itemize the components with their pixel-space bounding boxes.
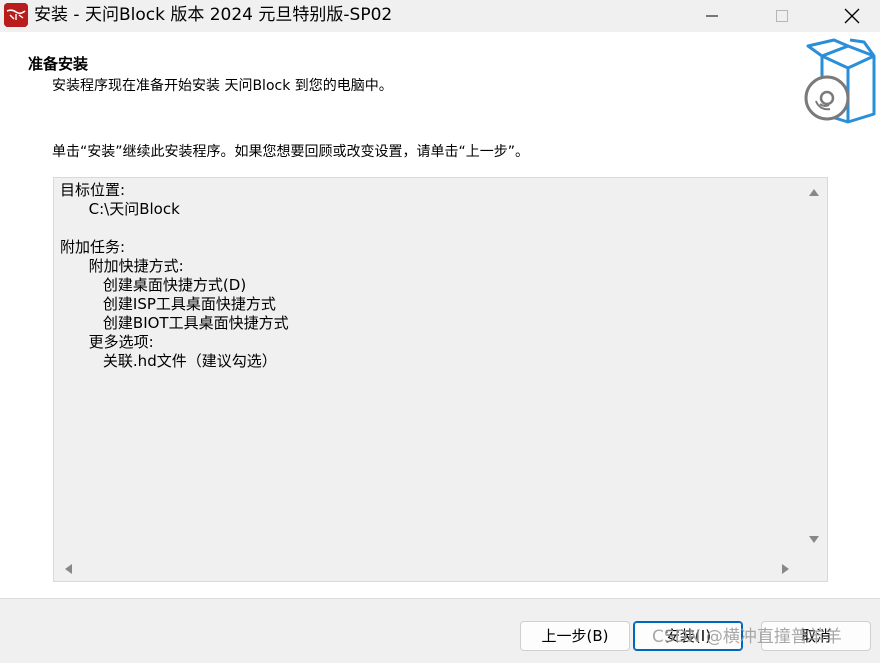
close-button[interactable] xyxy=(822,0,880,32)
scroll-right-icon[interactable] xyxy=(782,564,790,574)
summary-line: 更多选项: xyxy=(60,333,154,351)
summary-line: C:\天问Block xyxy=(60,200,180,218)
summary-line: 创建BIOT工具桌面快捷方式 xyxy=(60,314,289,332)
summary-line: 附加任务: xyxy=(60,238,126,256)
summary-text: 目标位置: C:\天问Block 附加任务: 附加快捷方式: 创建桌面快捷方式(… xyxy=(60,181,289,371)
summary-line: 附加快捷方式: xyxy=(60,257,184,275)
summary-line: 创建桌面快捷方式(D) xyxy=(60,276,247,294)
horizontal-scrollbar[interactable] xyxy=(54,555,827,581)
window-title: 安装 - 天问Block 版本 2024 元旦特别版-SP02 xyxy=(34,5,393,25)
maximize-button[interactable] xyxy=(752,0,812,32)
back-button[interactable]: 上一步(B) xyxy=(520,621,630,651)
minimize-button[interactable] xyxy=(682,0,742,32)
summary-line: 目标位置: xyxy=(60,181,126,199)
page-subheading: 安装程序现在准备开始安装 天问Block 到您的电脑中。 xyxy=(52,78,393,94)
scroll-left-icon[interactable] xyxy=(64,564,72,574)
install-summary-memo[interactable]: 目标位置: C:\天问Block 附加任务: 附加快捷方式: 创建桌面快捷方式(… xyxy=(53,177,828,582)
instructions-text: 单击“安装”继续此安装程序。如果您想要回顾或改变设置，请单击“上一步”。 xyxy=(52,144,530,160)
summary-line: 创建ISP工具桌面快捷方式 xyxy=(60,295,276,313)
watermark: CSDN @横冲直撞普羊羊 xyxy=(652,627,842,647)
close-icon xyxy=(844,8,860,24)
page-heading: 准备安装 xyxy=(28,55,89,73)
install-box-disc-icon xyxy=(804,38,876,124)
maximize-icon xyxy=(776,10,788,22)
scroll-up-icon[interactable] xyxy=(809,188,819,196)
summary-line: 关联.hd文件（建议勾选） xyxy=(60,352,277,370)
title-bar: 安装 - 天问Block 版本 2024 元旦特别版-SP02 xyxy=(0,0,880,32)
scroll-down-icon[interactable] xyxy=(809,536,819,544)
app-logo-icon xyxy=(4,3,28,27)
summary-line xyxy=(60,219,289,238)
minimize-icon xyxy=(706,15,718,17)
vertical-scrollbar[interactable] xyxy=(801,178,827,554)
